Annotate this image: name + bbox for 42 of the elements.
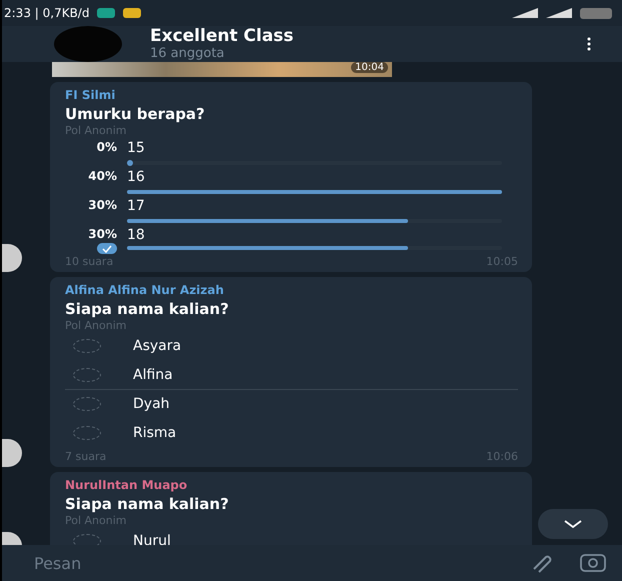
poll-option-label: 16	[127, 169, 146, 185]
status-text: 2:33 | 0,7KB/d	[4, 6, 90, 20]
photo-placeholder[interactable]: 10:04	[52, 62, 392, 77]
signal-icon	[546, 8, 572, 18]
member-count: 16 anggota	[150, 46, 226, 61]
message-field[interactable]: Pesan	[32, 552, 504, 574]
poll-option-label: 18	[127, 227, 146, 243]
chat-title: Excellent Class	[150, 27, 294, 46]
sender-name[interactable]: Alfina Alfina Nur Azizah	[65, 283, 518, 297]
poll-option-label[interactable]: Dyah	[133, 396, 170, 412]
poll-option-label[interactable]: Risma	[133, 425, 176, 441]
message-time: 10:04	[351, 62, 388, 73]
poll-option-label[interactable]: Alfina	[133, 367, 173, 383]
user-avatar[interactable]	[2, 439, 22, 467]
poll-option-label: 17	[127, 198, 146, 214]
poll-option-label[interactable]: Asyara	[133, 338, 182, 354]
message-bar[interactable]: Pesan	[2, 545, 622, 581]
app-icon	[123, 8, 142, 18]
chevron-down-icon	[563, 519, 583, 529]
battery-icon	[580, 8, 614, 18]
radio-button[interactable]	[73, 339, 101, 353]
radio-button[interactable]	[73, 397, 101, 411]
poll-percent: 40%	[87, 169, 117, 183]
camera-icon[interactable]	[580, 553, 606, 573]
menu-icon[interactable]	[586, 37, 592, 51]
poll-percent: 0%	[96, 140, 117, 154]
poll-percent: 30%	[87, 227, 117, 241]
poll-option-label[interactable]: Nurul	[133, 533, 171, 545]
poll-percent: 30%	[87, 198, 117, 212]
poll-question: Siapa nama kalian?	[65, 494, 230, 514]
signal-icon	[512, 8, 538, 18]
poll-question: Umurku berapa?	[65, 104, 206, 124]
user-avatar[interactable]	[2, 244, 22, 272]
poll-option-label: 15	[127, 140, 146, 156]
poll-question: Siapa nama kalian?	[65, 299, 230, 319]
sender-name[interactable]: FI Silmi	[65, 88, 518, 102]
radio-button[interactable]	[73, 368, 101, 382]
scroll-down-button[interactable]	[538, 509, 608, 539]
app-icon	[97, 8, 116, 18]
radio-button[interactable]	[73, 426, 101, 440]
sender-name[interactable]: NurulIntan Muapo	[65, 478, 518, 492]
result-dot	[127, 160, 133, 166]
